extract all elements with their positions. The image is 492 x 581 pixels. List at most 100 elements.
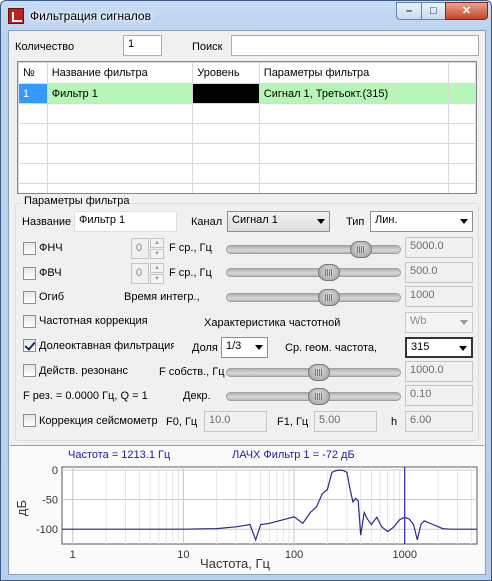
slider-thumb[interactable] [349, 241, 372, 258]
lpf-freq-label: F ср., Гц [169, 242, 212, 254]
slider-thumb[interactable] [318, 264, 341, 281]
h-label: h [391, 416, 398, 428]
own-freq-field[interactable]: 1000.0 [405, 361, 473, 382]
hpf-freq-label: F ср., Гц [169, 267, 212, 279]
column-header-params[interactable]: Параметры фильтра [258, 62, 449, 84]
table-header-row: № Название фильтра Уровень Параметры фил… [18, 62, 476, 84]
spin-up-icon[interactable]: ▲ [150, 238, 164, 248]
lpf-checkbox[interactable] [23, 242, 36, 255]
x-tick-label: 1000 [392, 549, 416, 561]
slider-thumb[interactable] [307, 388, 330, 405]
name-label: Название [22, 216, 72, 228]
lpf-freq-slider[interactable] [226, 241, 401, 258]
share-select[interactable]: 1/3 [221, 337, 268, 358]
type-value: Лин. [375, 214, 398, 226]
decr-slider[interactable] [226, 388, 401, 405]
integration-time-label: Время интегр., [124, 291, 200, 303]
count-field[interactable]: 1 [123, 35, 162, 56]
search-input[interactable] [231, 35, 479, 56]
oct-label: Долеоктавная фильтрация [39, 340, 174, 352]
frequency-response-chart[interactable]: Частота = 1213.1 Гц ЛАЧХ Фильтр 1 = -72 … [10, 446, 484, 574]
spin-down-icon[interactable]: ▼ [150, 274, 164, 284]
channel-value: Сигнал 1 [232, 214, 278, 226]
hpf-freq-field[interactable]: 500.0 [405, 262, 473, 283]
char-select[interactable]: Wb [405, 312, 473, 333]
lpf-order-value: 0 [131, 238, 149, 259]
table-row-empty [18, 163, 476, 184]
column-header-number[interactable]: № [18, 62, 48, 84]
lpf-order-spinner[interactable]: 0 ▲ ▼ [131, 238, 165, 259]
hpf-order-value: 0 [131, 263, 149, 284]
hpf-checkbox[interactable] [23, 267, 36, 280]
f1-field[interactable]: 5.00 [314, 411, 377, 432]
table-row-empty [18, 183, 476, 193]
share-label: Доля [192, 342, 218, 354]
chart-header-frequency: Частота = 1213.1 Гц [68, 449, 171, 461]
minimize-button[interactable]: – [396, 2, 422, 20]
seismo-label: Коррекция сейсмометра [39, 415, 157, 427]
close-button[interactable]: ✕ [445, 2, 488, 20]
row-params-cell[interactable]: Сигнал 1, Третьокт.(315) [258, 83, 449, 104]
integration-time-slider[interactable] [226, 289, 401, 306]
y-tick-label: -50 [42, 495, 58, 507]
chart-y-axis-label: дБ [14, 500, 29, 516]
type-label: Тип [346, 216, 365, 228]
decr-field[interactable]: 0.10 [405, 385, 473, 406]
env-checkbox[interactable] [23, 291, 36, 304]
geo-freq-label: Ср. геом. частота, [285, 342, 378, 354]
search-label: Поиск [192, 41, 223, 53]
column-header-level[interactable]: Уровень [192, 62, 260, 84]
oct-checkbox[interactable] [23, 339, 36, 352]
env-label: Огиб [39, 291, 65, 303]
lpf-freq-field[interactable]: 5000.0 [405, 237, 473, 258]
integration-time-field[interactable]: 1000 [405, 286, 473, 307]
table-row-empty [18, 103, 476, 124]
y-tick-label: -100 [36, 524, 58, 536]
hpf-order-spinner[interactable]: 0 ▲ ▼ [131, 263, 165, 284]
maximize-button[interactable]: □ [421, 2, 446, 20]
slider-thumb[interactable] [318, 289, 341, 306]
spin-down-icon[interactable]: ▼ [150, 249, 164, 259]
char-label: Характеристика частотной [204, 317, 341, 329]
f1-label: F1, Гц [277, 416, 309, 428]
x-tick-label: 1 [70, 549, 76, 561]
own-freq-label: F собств., Гц [159, 366, 225, 378]
hpf-freq-slider[interactable] [226, 264, 401, 281]
x-tick-label: 10 [177, 549, 189, 561]
y-tick-label: 0 [52, 465, 58, 477]
freq-corr-checkbox[interactable] [23, 315, 36, 328]
seismo-checkbox[interactable] [23, 414, 36, 427]
chart-header-response: ЛАЧХ Фильтр 1 = -72 дБ [232, 449, 355, 461]
hpf-label: ФВЧ [39, 267, 62, 279]
table-row[interactable]: 1 Фильтр 1 Сигнал 1, Третьокт.(315) [18, 83, 476, 104]
share-value: 1/3 [226, 340, 242, 352]
row-extra-cell [447, 83, 476, 104]
x-tick-label: 100 [285, 549, 303, 561]
chevron-down-icon [255, 345, 263, 350]
slider-thumb[interactable] [307, 364, 330, 381]
chevron-down-icon [459, 346, 467, 351]
row-number-cell[interactable]: 1 [18, 83, 48, 104]
res-checkbox[interactable] [23, 364, 36, 377]
row-level-cell[interactable] [192, 83, 260, 104]
spin-up-icon[interactable]: ▲ [150, 263, 164, 273]
column-header-name[interactable]: Название фильтра [46, 62, 194, 84]
app-icon [8, 8, 24, 24]
column-header-empty [447, 62, 476, 84]
title-bar[interactable]: Фильтрация сигналов – □ ✕ [1, 1, 491, 29]
lpf-label: ФНЧ [39, 242, 63, 254]
channel-select[interactable]: Сигнал 1 [227, 211, 330, 232]
count-label: Количество [15, 41, 75, 53]
type-select[interactable]: Лин. [370, 211, 473, 232]
row-name-cell[interactable]: Фильтр 1 [46, 83, 194, 104]
geo-freq-select[interactable]: 315 [405, 337, 473, 358]
own-freq-slider[interactable] [226, 364, 401, 381]
f0-field[interactable]: 10.0 [204, 411, 267, 432]
filter-name-input[interactable]: Фильтр 1 [74, 211, 177, 232]
filter-table[interactable]: № Название фильтра Уровень Параметры фил… [17, 61, 477, 194]
h-field[interactable]: 6.00 [405, 411, 473, 432]
freq-corr-label: Частотная коррекция [39, 315, 148, 327]
geo-freq-value: 315 [411, 341, 430, 353]
chart-svg[interactable]: Частота = 1213.1 Гц ЛАЧХ Фильтр 1 = -72 … [10, 446, 484, 574]
channel-label: Канал [191, 216, 223, 228]
